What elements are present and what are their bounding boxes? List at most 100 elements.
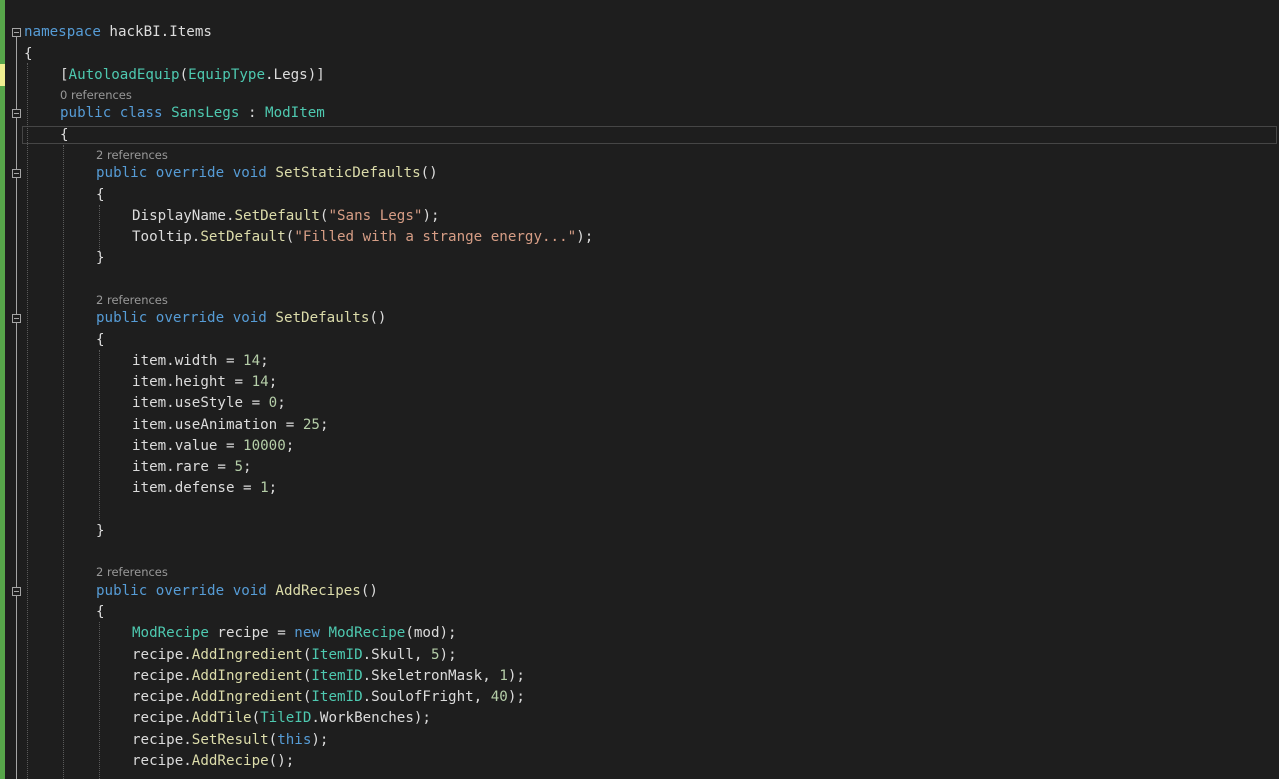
open-brace: { bbox=[24, 46, 33, 62]
code-line[interactable]: item.rare = 5; bbox=[132, 458, 252, 476]
code-line[interactable]: item.value = 10000; bbox=[132, 437, 294, 455]
code-line[interactable]: recipe.AddTile(TileID.WorkBenches); bbox=[132, 709, 431, 727]
paren: ); bbox=[422, 208, 440, 224]
code-line[interactable]: public class SansLegs : ModItem bbox=[60, 104, 325, 122]
method-call: AddTile bbox=[191, 710, 252, 726]
code-line[interactable]: { bbox=[96, 603, 105, 621]
class-name: SansLegs bbox=[171, 105, 240, 121]
code-line[interactable]: } bbox=[96, 249, 105, 267]
indent-guide bbox=[99, 205, 100, 253]
attribute-name: AutoloadEquip bbox=[68, 67, 180, 83]
parens: () bbox=[369, 310, 387, 326]
code-line[interactable]: [AutoloadEquip(EquipType.Legs)] bbox=[60, 66, 325, 84]
object-name: recipe. bbox=[132, 647, 192, 663]
code-line[interactable]: public override void SetDefaults() bbox=[96, 309, 386, 327]
code-line[interactable]: item.useStyle = 0; bbox=[132, 394, 286, 412]
open-brace: { bbox=[96, 332, 105, 348]
object-name: recipe. bbox=[132, 753, 192, 769]
code-line[interactable]: { bbox=[24, 45, 33, 63]
keyword: new bbox=[294, 625, 320, 641]
paren: ( bbox=[251, 710, 261, 726]
code-line[interactable]: item.defense = 1; bbox=[132, 479, 277, 497]
type-name: ItemID bbox=[311, 689, 363, 705]
type-name: ModRecipe bbox=[328, 625, 406, 641]
collapse-icon[interactable] bbox=[12, 109, 21, 118]
type-name: ItemID bbox=[311, 668, 363, 684]
base-class-name: ModItem bbox=[265, 105, 325, 121]
enum-value: .SkeletronMask, bbox=[362, 668, 500, 684]
method-call: SetResult bbox=[191, 732, 269, 748]
number-literal: 0 bbox=[268, 395, 278, 411]
type-name: EquipType bbox=[188, 67, 266, 83]
collapse-icon[interactable] bbox=[12, 169, 21, 178]
keyword: public bbox=[96, 583, 148, 599]
type-name: TileID bbox=[260, 710, 312, 726]
codelens-references[interactable]: 0 references bbox=[60, 88, 132, 102]
semicolon: ; bbox=[285, 438, 295, 454]
code-line[interactable]: public override void SetStaticDefaults() bbox=[96, 164, 438, 182]
code-line[interactable]: DisplayName.SetDefault("Sans Legs"); bbox=[132, 207, 440, 225]
parens: () bbox=[360, 583, 378, 599]
keyword: override bbox=[155, 310, 225, 326]
code-line[interactable]: ModRecipe recipe = new ModRecipe(mod); bbox=[132, 624, 457, 642]
codelens-references[interactable]: 2 references bbox=[96, 293, 168, 307]
code-line[interactable]: { bbox=[96, 331, 105, 349]
code-line[interactable]: { bbox=[96, 186, 105, 204]
code-line[interactable]: recipe.SetResult(this); bbox=[132, 731, 328, 749]
outline-line bbox=[16, 37, 17, 779]
code-line[interactable]: recipe.AddIngredient(ItemID.SkeletronMas… bbox=[132, 667, 525, 685]
method-call: AddIngredient bbox=[191, 689, 303, 705]
keyword: override bbox=[155, 165, 225, 181]
collapse-icon[interactable] bbox=[12, 28, 21, 37]
codelens-references[interactable]: 2 references bbox=[96, 148, 168, 162]
method-name: SetDefaults bbox=[275, 310, 370, 326]
number-literal: 40 bbox=[490, 689, 508, 705]
keyword: void bbox=[232, 165, 267, 181]
keyword: public bbox=[60, 105, 112, 121]
paren: ); bbox=[311, 732, 329, 748]
assignment: item.useAnimation = bbox=[132, 417, 303, 433]
number-literal: 14 bbox=[243, 353, 261, 369]
code-line[interactable]: namespace hackBI.Items bbox=[24, 23, 212, 41]
semicolon: ; bbox=[277, 395, 286, 411]
assignment: item.rare = bbox=[132, 459, 235, 475]
code-line[interactable]: { bbox=[60, 126, 69, 144]
keyword: override bbox=[155, 583, 225, 599]
arguments: (mod); bbox=[405, 625, 457, 641]
code-line[interactable]: item.width = 14; bbox=[132, 352, 269, 370]
code-editor[interactable]: namespace hackBI.Items { [AutoloadEquip(… bbox=[0, 0, 1279, 779]
code-line[interactable]: Tooltip.SetDefault("Filled with a strang… bbox=[132, 228, 593, 246]
method-call: SetDefault bbox=[234, 208, 320, 224]
codelens-references[interactable]: 2 references bbox=[96, 565, 168, 579]
paren: ( bbox=[179, 67, 189, 83]
semicolon: ; bbox=[260, 353, 269, 369]
close-brace: } bbox=[96, 250, 105, 266]
object-name: recipe. bbox=[132, 710, 192, 726]
paren: ); bbox=[507, 689, 525, 705]
code-line[interactable]: recipe.AddRecipe(); bbox=[132, 752, 294, 770]
collapse-icon[interactable] bbox=[12, 587, 21, 596]
assignment: item.useStyle = bbox=[132, 395, 269, 411]
semicolon: ; bbox=[268, 374, 278, 390]
paren: ); bbox=[439, 647, 457, 663]
type-name: ModRecipe bbox=[132, 625, 209, 641]
code-line[interactable]: item.height = 14; bbox=[132, 373, 277, 391]
collapse-icon[interactable] bbox=[12, 314, 21, 323]
code-line[interactable]: } bbox=[96, 522, 105, 540]
code-line[interactable]: public override void AddRecipes() bbox=[96, 582, 378, 600]
bracket: [ bbox=[60, 67, 69, 83]
number-literal: 14 bbox=[251, 374, 269, 390]
keyword: this bbox=[277, 732, 312, 748]
method-call: AddIngredient bbox=[191, 647, 303, 663]
method-call: AddIngredient bbox=[191, 668, 303, 684]
open-brace: { bbox=[60, 127, 69, 143]
object-name: recipe. bbox=[132, 689, 192, 705]
object-name: recipe. bbox=[132, 668, 192, 684]
code-line[interactable]: recipe.AddIngredient(ItemID.SoulofFright… bbox=[132, 688, 525, 706]
code-line[interactable]: recipe.AddIngredient(ItemID.Skull, 5); bbox=[132, 646, 457, 664]
parens: (); bbox=[268, 753, 295, 769]
keyword: public bbox=[96, 310, 148, 326]
open-brace: { bbox=[96, 604, 105, 620]
open-brace: { bbox=[96, 187, 105, 203]
code-line[interactable]: item.useAnimation = 25; bbox=[132, 416, 328, 434]
